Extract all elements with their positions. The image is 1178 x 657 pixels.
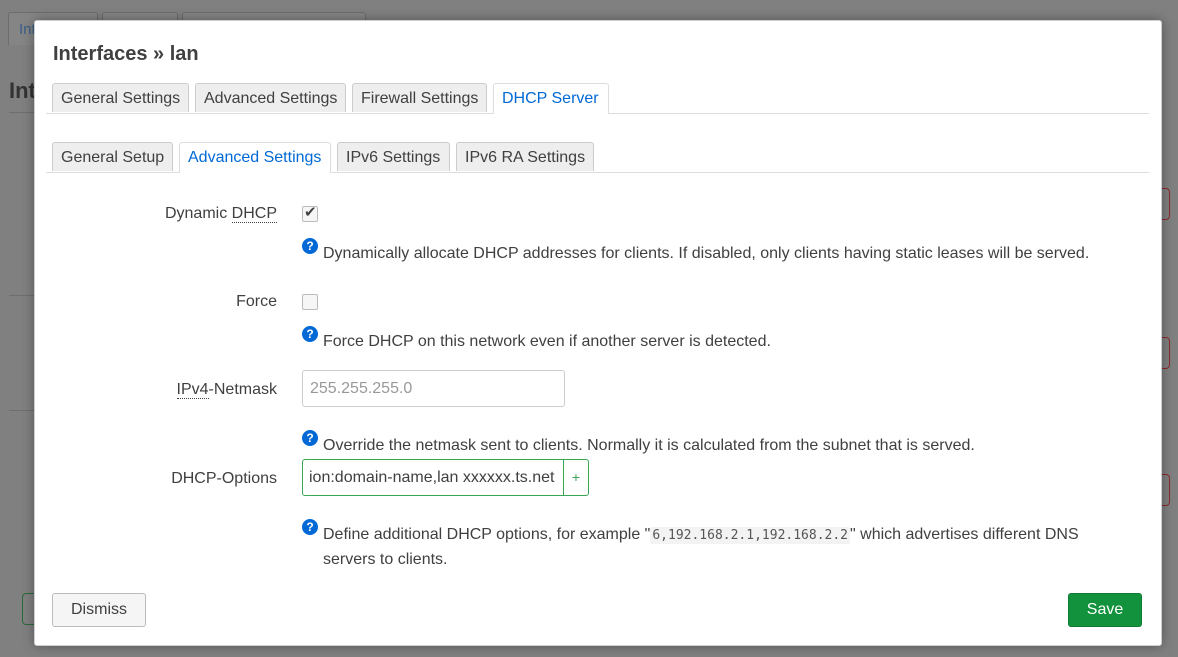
bg-heading: Int bbox=[9, 78, 36, 103]
subtab-ipv6-settings[interactable]: IPv6 Settings bbox=[337, 142, 450, 171]
dynamic-dhcp-help-text: Dynamically allocate DHCP addresses for … bbox=[323, 245, 1090, 262]
subtab-ipv6-ra-settings[interactable]: IPv6 RA Settings bbox=[456, 142, 594, 171]
dhcp-abbr: DHCP bbox=[231, 205, 277, 223]
dynamic-dhcp-label-prefix: Dynamic bbox=[164, 205, 232, 222]
dhcp-options-help-after: " which advertises different DNS bbox=[850, 526, 1079, 543]
dynamic-dhcp-checkbox[interactable]: ✔ bbox=[302, 204, 318, 222]
tab-advanced-settings[interactable]: Advanced Settings bbox=[195, 83, 346, 112]
ipv4-netmask-placeholder: 255.255.255.0 bbox=[310, 380, 413, 397]
sub-tabbar: General Setup Advanced Settings IPv6 Set… bbox=[46, 142, 1149, 173]
tab-dhcp-server[interactable]: DHCP Server bbox=[493, 83, 609, 114]
dismiss-button[interactable]: Dismiss bbox=[52, 593, 146, 627]
ipv4-netmask-input[interactable]: 255.255.255.0 bbox=[302, 370, 565, 407]
force-help-text: Force DHCP on this network even if anoth… bbox=[323, 333, 771, 350]
tab-firewall-settings[interactable]: Firewall Settings bbox=[352, 83, 487, 112]
dynamic-dhcp-label: Dynamic DHCP bbox=[165, 205, 277, 223]
ipv4-netmask-label-suffix: -Netmask bbox=[208, 381, 277, 398]
dhcp-options-help-text: Define additional DHCP options, for exam… bbox=[323, 523, 1079, 572]
help-icon: ? bbox=[302, 326, 318, 342]
help-icon: ? bbox=[302, 238, 318, 254]
subtab-general-setup[interactable]: General Setup bbox=[52, 142, 173, 171]
dhcp-options-example-code: 6,192.168.2.1,192.168.2.2 bbox=[650, 527, 851, 544]
help-icon: ? bbox=[302, 430, 318, 446]
dhcp-options-label: DHCP-Options bbox=[171, 470, 277, 487]
add-option-button[interactable]: + bbox=[563, 459, 589, 496]
ipv4-netmask-label: IPv4-Netmask bbox=[176, 381, 277, 399]
main-tabbar: General Settings Advanced Settings Firew… bbox=[46, 83, 1149, 114]
force-checkbox[interactable] bbox=[302, 294, 318, 310]
tab-general-settings[interactable]: General Settings bbox=[52, 83, 189, 112]
dhcp-options-input[interactable]: ion:domain-name,lan xxxxxx.ts.net bbox=[302, 459, 564, 496]
ipv4-netmask-help-text: Override the netmask sent to clients. No… bbox=[323, 437, 975, 454]
modal-title: Interfaces » lan bbox=[53, 43, 199, 65]
save-button[interactable]: Save bbox=[1068, 593, 1142, 627]
interface-modal: Interfaces » lan General Settings Advanc… bbox=[34, 20, 1162, 646]
ipv4-abbr: IPv4 bbox=[176, 381, 209, 399]
force-label: Force bbox=[236, 293, 277, 310]
dhcp-options-help-before: Define additional DHCP options, for exam… bbox=[323, 526, 651, 543]
help-icon: ? bbox=[302, 519, 318, 535]
dhcp-options-help-line2: servers to clients. bbox=[323, 551, 448, 568]
checkmark-icon: ✔ bbox=[304, 204, 317, 221]
subtab-advanced-settings[interactable]: Advanced Settings bbox=[179, 142, 331, 173]
